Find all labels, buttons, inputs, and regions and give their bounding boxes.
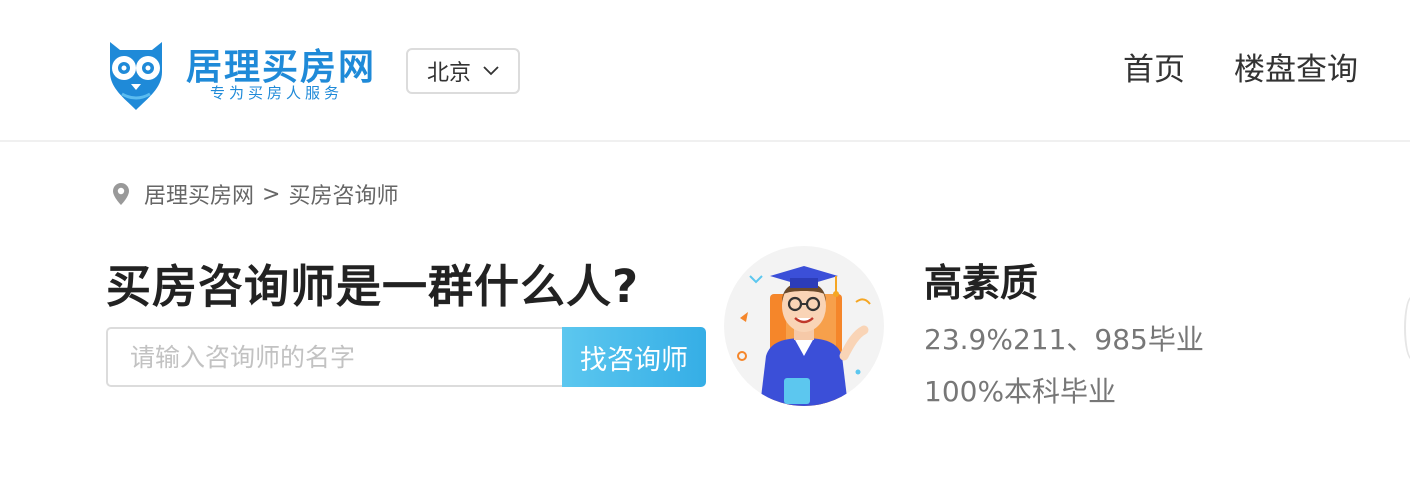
city-selector[interactable]: 北京 xyxy=(406,48,520,94)
breadcrumb-current: 买房咨询师 xyxy=(288,184,399,209)
logo-subtitle: 专为买房人服务 xyxy=(210,84,344,102)
breadcrumb-home-link[interactable]: 居理买房网 xyxy=(144,178,254,210)
feature-stat-1: 23.9%211、985毕业 xyxy=(924,323,1204,356)
city-label: 北京 xyxy=(426,61,471,86)
graduate-avatar-icon xyxy=(737,266,871,406)
site-logo[interactable]: 居理买房网 专为买房人服务 xyxy=(104,32,384,112)
breadcrumb: 居理买房网 > 买房咨询师 xyxy=(112,178,398,210)
find-advisor-button[interactable]: 找咨询师 xyxy=(562,327,706,387)
nav-property-search[interactable]: 楼盘查询 xyxy=(1234,44,1358,89)
carousel-next-edge[interactable] xyxy=(1404,296,1410,360)
feature-title: 高素质 xyxy=(924,261,1039,305)
owl-logo-icon xyxy=(110,42,162,110)
feature-stat-2: 100%本科毕业 xyxy=(924,375,1117,408)
breadcrumb-separator: > xyxy=(262,181,281,207)
site-header: 居理买房网 专为买房人服务 北京 首页 楼盘查询 xyxy=(0,0,1410,142)
page-title: 买房咨询师是一群什么人? xyxy=(106,260,640,313)
location-pin-icon xyxy=(112,182,130,206)
chevron-down-icon xyxy=(483,66,499,76)
nav-home[interactable]: 首页 xyxy=(1123,44,1185,89)
advisor-search-input[interactable] xyxy=(106,327,562,387)
advisor-illustration xyxy=(724,246,884,406)
advisor-search: 找咨询师 xyxy=(106,327,706,387)
